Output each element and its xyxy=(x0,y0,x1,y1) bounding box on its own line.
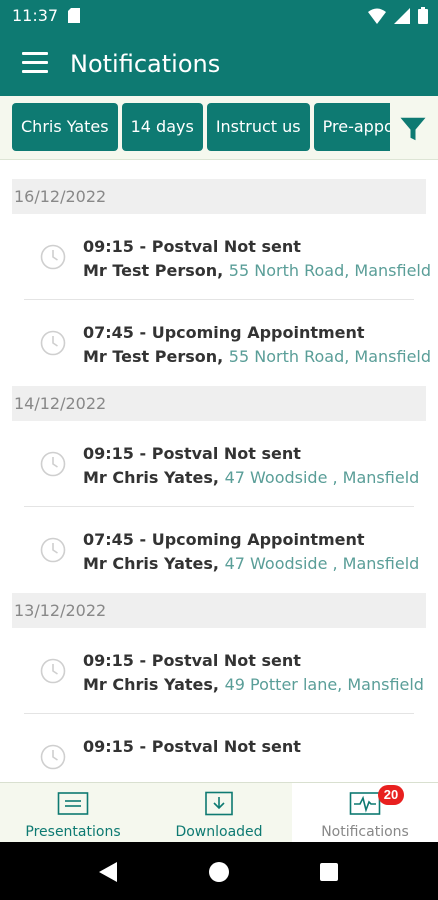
signal-icon xyxy=(394,7,410,29)
clock-icon xyxy=(40,244,66,270)
notification-title: 09:15 - Postval Not sent xyxy=(83,737,301,756)
clock-icon xyxy=(40,330,66,356)
status-bar: 11:37 xyxy=(0,0,438,32)
filter-chip-period[interactable]: 14 days xyxy=(121,103,203,151)
notification-detail: Mr Test Person, 55 North Road, Mansfield xyxy=(83,347,432,366)
notification-person: Mr Test Person xyxy=(83,261,218,280)
notification-detail: Mr Test Person, 55 North Road, Mansfield xyxy=(83,261,432,280)
notification-detail: Mr Chris Yates, 47 Woodside , Mansfield xyxy=(83,468,420,487)
nav-notifications-label: Notifications xyxy=(321,824,409,840)
home-icon[interactable] xyxy=(209,862,229,882)
nav-downloaded-label: Downloaded xyxy=(175,824,263,840)
notification-address: 47 Woodside , Mansfield xyxy=(224,554,420,573)
filter-chip-list[interactable]: Chris Yates14 daysInstruct usPre-appoint… xyxy=(12,103,390,153)
notification-title: 07:45 - Upcoming Appointment xyxy=(83,323,365,342)
notification-title: 09:15 - Postval Not sent xyxy=(83,237,301,256)
filter-chip-instruct[interactable]: Instruct us xyxy=(206,103,310,151)
date-header: 13/12/2022 xyxy=(12,593,426,628)
notification-person: Mr Chris Yates xyxy=(83,554,213,573)
app-bar: Notifications xyxy=(0,32,438,96)
filter-bar: Chris Yates14 daysInstruct usPre-appoint… xyxy=(0,96,438,160)
download-icon xyxy=(205,791,233,816)
filter-chip-user[interactable]: Chris Yates xyxy=(12,103,118,151)
notification-item[interactable]: 09:15 - Postval Not sent xyxy=(24,714,414,782)
page-title: Notifications xyxy=(70,50,221,78)
notification-count-badge: 20 xyxy=(378,785,404,805)
nav-notifications[interactable]: 20 Notifications xyxy=(292,783,438,842)
activity-monitor-icon xyxy=(349,792,381,815)
clock-icon xyxy=(40,537,66,563)
notification-person: Mr Chris Yates xyxy=(83,675,213,694)
notification-title: 09:15 - Postval Not sent xyxy=(83,651,301,670)
system-navigation-bar xyxy=(0,842,438,900)
notification-detail: Mr Chris Yates, 49 Potter lane, Mansfiel… xyxy=(83,675,424,694)
bottom-navigation: Presentations Downloaded 20 Notification… xyxy=(0,782,438,842)
presentation-icon xyxy=(57,792,89,815)
notification-item[interactable]: 09:15 - Postval Not sent Mr Chris Yates,… xyxy=(24,628,424,714)
clock-icon xyxy=(40,658,66,684)
sd-card-icon xyxy=(68,8,80,28)
notification-item[interactable]: 09:15 - Postval Not sent Mr Test Person,… xyxy=(24,214,431,300)
notification-title: 07:45 - Upcoming Appointment xyxy=(83,530,365,549)
notification-item[interactable]: 07:45 - Upcoming Appointment Mr Chris Ya… xyxy=(24,507,419,593)
filter-icon[interactable] xyxy=(398,114,428,144)
filter-chip-pre-appointment[interactable]: Pre-appointment xyxy=(313,103,390,151)
battery-icon xyxy=(418,7,428,29)
notification-item[interactable]: 09:15 - Postval Not sent Mr Chris Yates,… xyxy=(24,421,419,507)
notification-list[interactable]: 16/12/2022 09:15 - Postval Not sent Mr T… xyxy=(0,160,438,782)
recents-icon[interactable] xyxy=(320,863,338,881)
notification-address: 55 North Road, Mansfield xyxy=(228,347,432,366)
nav-downloaded[interactable]: Downloaded xyxy=(146,783,292,842)
notification-title: 09:15 - Postval Not sent xyxy=(83,444,301,463)
status-time: 11:37 xyxy=(12,6,59,25)
hamburger-menu-icon[interactable] xyxy=(22,52,48,76)
notification-person: Mr Test Person xyxy=(83,347,218,366)
clock-icon xyxy=(40,451,66,477)
nav-presentations-label: Presentations xyxy=(25,824,121,840)
notification-detail: Mr Chris Yates, 47 Woodside , Mansfield xyxy=(83,554,420,573)
notification-address: 55 North Road, Mansfield xyxy=(228,261,432,280)
wifi-icon xyxy=(368,8,386,29)
date-header: 14/12/2022 xyxy=(12,386,426,421)
clock-icon xyxy=(40,744,66,770)
notification-item[interactable]: 07:45 - Upcoming Appointment Mr Test Per… xyxy=(24,300,431,386)
date-header: 16/12/2022 xyxy=(12,179,426,214)
back-icon[interactable] xyxy=(99,862,117,882)
notification-address: 49 Potter lane, Mansfield xyxy=(224,675,424,694)
notification-address: 47 Woodside , Mansfield xyxy=(224,468,420,487)
nav-presentations[interactable]: Presentations xyxy=(0,783,146,842)
notification-person: Mr Chris Yates xyxy=(83,468,213,487)
status-icons xyxy=(368,7,428,29)
